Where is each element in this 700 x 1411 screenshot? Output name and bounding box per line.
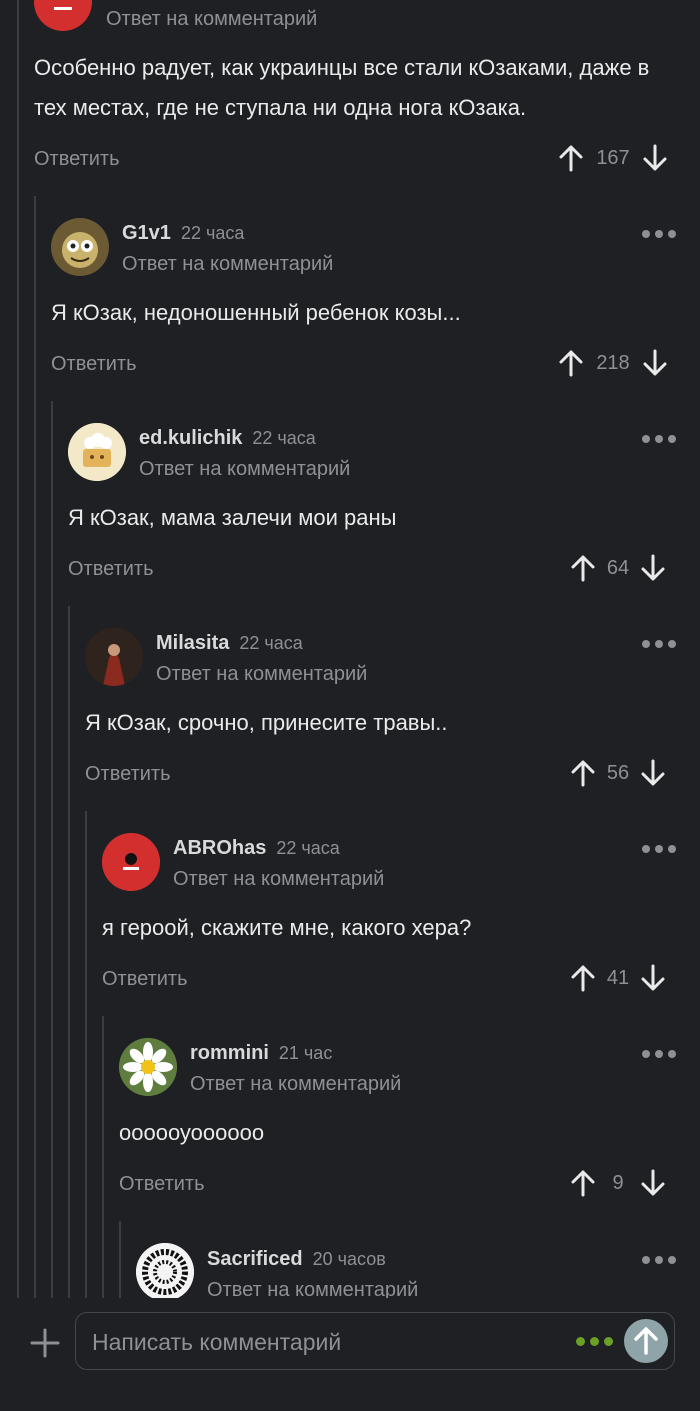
avatar[interactable] (102, 833, 160, 891)
timestamp: 20 часов (312, 1249, 386, 1269)
vote-block: 64 (568, 548, 668, 588)
reply-note: Ответ на комментарий (190, 1073, 402, 1095)
vote-count: 41 (606, 966, 630, 989)
arrow-up-icon (634, 1327, 658, 1355)
thread-line[interactable] (34, 196, 36, 1298)
timestamp: 22 часа (252, 428, 316, 448)
upvote-icon[interactable] (568, 553, 598, 583)
reply-note: Ответ на комментарий (122, 253, 334, 275)
downvote-icon[interactable] (640, 348, 670, 378)
reply-button[interactable]: Ответить (68, 558, 154, 581)
username[interactable]: G1v1 22 часа (122, 222, 244, 245)
avatar[interactable] (68, 423, 126, 481)
comment-text: Я кОзак, недоношенный ребенок козы... (51, 300, 461, 325)
upvote-icon[interactable] (568, 963, 598, 993)
reply-button[interactable]: Ответить (51, 353, 137, 376)
downvote-icon[interactable] (638, 553, 668, 583)
comment-text: Я кОзак, мама залечи мои раны (68, 505, 397, 530)
thread-line[interactable] (119, 1221, 121, 1298)
username[interactable]: ABROhas 22 часа (173, 837, 340, 860)
thread-line[interactable] (17, 0, 19, 1298)
timestamp: 21 час (278, 1043, 333, 1063)
reply-button[interactable]: Ответить (102, 968, 188, 991)
reply-note: Ответ на комментарий (156, 663, 368, 685)
vote-count: 218 (596, 351, 630, 374)
upvote-icon[interactable] (568, 758, 598, 788)
plus-icon[interactable] (28, 1326, 62, 1360)
comment-placeholder: Написать комментарий (92, 1329, 342, 1355)
reply-note: Ответ на комментарий (207, 1279, 419, 1298)
vote-count: 64 (606, 556, 630, 579)
username[interactable]: rommini 21 час (190, 1042, 332, 1065)
comment-text: я героой, скажите мне, какого хера? (102, 915, 472, 940)
vote-count: 9 (612, 1171, 624, 1194)
comment-text: Я кОзак, срочно, принесите травы.. (85, 710, 448, 735)
username[interactable]: Sacrificed 20 часов (207, 1248, 386, 1271)
comment-composer: Написать комментарий (0, 1298, 700, 1411)
username[interactable]: Milasita 22 часа (156, 632, 303, 655)
vote-block: 41 (568, 958, 668, 998)
upvote-icon[interactable] (556, 143, 586, 173)
more-options-icon[interactable] (636, 224, 676, 244)
reply-button[interactable]: Ответить (119, 1173, 205, 1196)
reply-button[interactable]: Ответить (34, 148, 120, 171)
timestamp: 22 часа (180, 223, 245, 243)
more-options-icon[interactable] (636, 839, 676, 859)
upvote-icon[interactable] (568, 1168, 598, 1198)
more-options-icon[interactable] (636, 634, 676, 654)
comment-text: Особенно радует, как украинцы все стали … (34, 55, 650, 120)
timestamp: 22 часа (276, 838, 340, 858)
avatar[interactable] (136, 1243, 194, 1298)
vote-count: 56 (606, 761, 630, 784)
reply-note: Ответ на комментарий (139, 458, 351, 480)
thread-line[interactable] (85, 811, 87, 1298)
send-button[interactable] (624, 1319, 668, 1363)
comment-thread: Ответ на комментарий Особенно радует, ка… (0, 0, 700, 1298)
more-options-icon[interactable] (636, 1250, 676, 1270)
vote-block: 218 (556, 343, 670, 383)
comment-text: оооооуоооооо (119, 1120, 265, 1145)
downvote-icon[interactable] (638, 1168, 668, 1198)
typing-indicator-icon (576, 1337, 613, 1346)
downvote-icon[interactable] (640, 143, 670, 173)
reply-note: Ответ на комментарий (173, 868, 385, 890)
more-options-icon[interactable] (636, 429, 676, 449)
thread-line[interactable] (102, 1016, 104, 1298)
avatar[interactable] (51, 218, 109, 276)
avatar[interactable] (119, 1038, 177, 1096)
avatar[interactable] (34, 0, 92, 31)
downvote-icon[interactable] (638, 758, 668, 788)
thread-line[interactable] (51, 401, 53, 1298)
vote-block: 9 (568, 1163, 668, 1203)
downvote-icon[interactable] (638, 963, 668, 993)
username[interactable]: ed.kulichik 22 часа (139, 427, 316, 450)
reply-button[interactable]: Ответить (85, 763, 171, 786)
upvote-icon[interactable] (556, 348, 586, 378)
reply-note: Ответ на комментарий (106, 8, 318, 30)
vote-count: 167 (596, 146, 630, 169)
vote-block: 56 (568, 753, 668, 793)
avatar[interactable] (85, 628, 143, 686)
more-options-icon[interactable] (636, 1044, 676, 1064)
comment-input[interactable]: Написать комментарий (75, 1312, 675, 1370)
vote-block: 167 (556, 138, 670, 178)
thread-line[interactable] (68, 606, 70, 1298)
timestamp: 22 часа (239, 633, 303, 653)
